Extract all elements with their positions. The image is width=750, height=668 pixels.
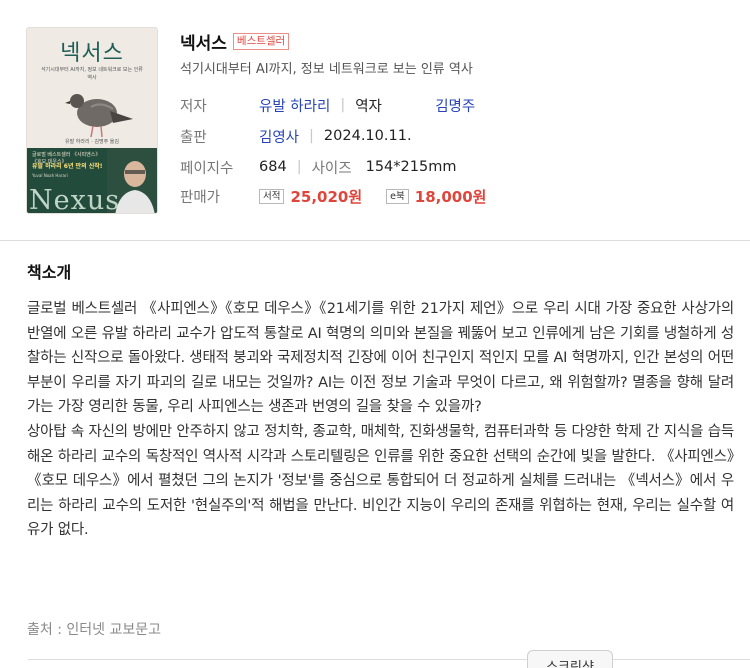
screenshot-button[interactable]: 스크린샷	[527, 650, 613, 668]
size-value: 154*215mm	[365, 159, 457, 175]
book-cover[interactable]: 넥서스 석기시대부터 AI까지, 정보 네트워크로 보는 인류 역사 유발 하라…	[26, 27, 158, 214]
book-subtitle: 석기시대부터 AI까지, 정보 네트워크로 보는 인류 역사	[180, 62, 473, 77]
pages-label: 페이지수	[180, 160, 234, 177]
intro-paragraph: 상아탑 속 자신의 방에만 안주하지 않고 정치학, 종교학, 매체학, 진화생…	[27, 423, 734, 539]
pages-value: 684	[259, 159, 287, 175]
separator: |	[340, 97, 346, 113]
publisher-link[interactable]: 김영사	[259, 126, 299, 147]
publisher-row: 출판 김영사 | 2024.10.11.	[180, 125, 412, 147]
title-row: 넥서스 베스트셀러	[180, 29, 290, 54]
book-meta: 넥서스 베스트셀러 석기시대부터 AI까지, 정보 네트워크로 보는 인류 역사…	[180, 27, 720, 217]
pigeon-illustration-icon	[65, 94, 133, 138]
publisher-label: 출판	[180, 129, 207, 146]
separator: |	[296, 159, 302, 175]
cover-band-headline: 유발 하라리 6년 만의 신작!	[32, 163, 103, 170]
publish-date: 2024.10.11.	[323, 128, 412, 144]
intro-body: 글로벌 베스트셀러 《사피엔스》《호모 데우스》《21세기를 위한 21가지 제…	[27, 297, 734, 543]
author-row: 저자 유발 하라리 | 역자 김명주	[180, 94, 475, 116]
cover-title: 넥서스	[60, 41, 124, 66]
author-link[interactable]: 유발 하라리	[259, 95, 330, 116]
bestseller-badge: 베스트셀러	[232, 32, 290, 50]
pages-row: 페이지수 684 | 사이즈 154*215mm	[180, 156, 456, 178]
cover-english-title: Nexus	[29, 185, 121, 214]
intro-paragraph: 글로벌 베스트셀러 《사피엔스》《호모 데우스》《21세기를 위한 21가지 제…	[27, 301, 734, 416]
author-label: 저자	[180, 98, 207, 115]
source-text: 출처 : 인터넷 교보문고	[27, 622, 161, 638]
book-title[interactable]: 넥서스	[180, 29, 227, 54]
cover-subtitle: 석기시대부터 AI까지, 정보 네트워크로 보는 인류 역사	[41, 67, 143, 81]
divider	[0, 240, 750, 241]
size-label: 사이즈	[311, 160, 352, 177]
print-tag: 서적	[259, 188, 285, 204]
intro-heading: 책소개	[27, 263, 72, 282]
price-row: 판매가 서적 25,020원 e북 18,000원	[180, 185, 486, 207]
book-detail-card: 넥서스 석기시대부터 AI까지, 정보 네트워크로 보는 인류 역사 유발 하라…	[0, 0, 750, 668]
price-label: 판매가	[180, 189, 221, 206]
translator-label: 역자	[355, 98, 382, 115]
ebook-tag: e북	[386, 188, 409, 204]
translator-link[interactable]: 김명주	[435, 95, 475, 116]
book-info-section: 넥서스 석기시대부터 AI까지, 정보 네트워크로 보는 인류 역사 유발 하라…	[26, 27, 726, 217]
divider	[28, 659, 750, 660]
cover-author-english: Yuval Noah Harari	[32, 173, 68, 178]
separator: |	[309, 128, 314, 144]
cover-author: 유발 하라리 · 김명주 옮김	[65, 139, 119, 145]
print-price[interactable]: 25,020원	[290, 186, 362, 207]
ebook-price[interactable]: 18,000원	[415, 186, 487, 207]
